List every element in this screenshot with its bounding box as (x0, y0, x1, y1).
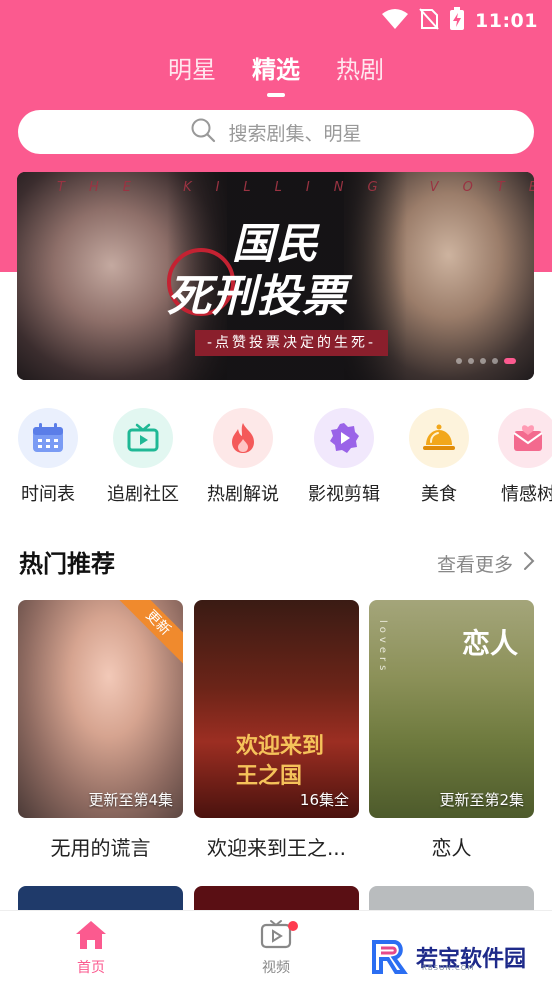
nav-home-label: 首页 (77, 960, 105, 976)
promo-banner[interactable]: THE KILLING VOTE 国民 死刑投票 -点赞投票决定的生死- (17, 172, 534, 380)
nav-video[interactable]: 视频 (226, 919, 326, 977)
category-label: 时间表 (21, 484, 75, 505)
food-cloche-icon (409, 408, 469, 468)
episode-status: 更新至第2集 (439, 791, 524, 809)
search-bar[interactable]: 搜索剧集、明星 (18, 110, 534, 154)
drama-title: 无用的谎言 (50, 836, 151, 860)
category-label: 热剧解说 (207, 484, 279, 505)
flame-icon (213, 408, 273, 468)
top-tabs: 明星 精选 热剧 (0, 50, 552, 100)
category-community[interactable]: 追剧社区 (93, 408, 193, 506)
category-food[interactable]: 美食 (389, 408, 489, 506)
poster-side-text: lovers (377, 620, 388, 675)
poster-title-text: 恋人 (461, 627, 518, 660)
category-clips[interactable]: 影视剪辑 (294, 408, 394, 506)
search-placeholder: 搜索剧集、明星 (228, 122, 362, 145)
love-letter-icon (498, 408, 552, 468)
wifi-icon (381, 8, 409, 34)
see-more-label: 查看更多 (436, 554, 513, 576)
tv-icon (113, 408, 173, 468)
section-title: 热门推荐 (19, 550, 115, 578)
drama-card[interactable]: lovers 恋人 更新至第2集 恋人 (369, 600, 534, 861)
search-icon (190, 117, 216, 147)
nav-home[interactable]: 首页 (41, 919, 141, 977)
see-more-link[interactable]: 查看更多 (437, 550, 535, 577)
drama-card[interactable]: 欢迎来到王之国 16集全 欢迎来到王之... (194, 600, 359, 861)
play-badge-icon (314, 408, 374, 468)
category-label: 情感树 (501, 484, 552, 505)
app-screen: 11:01 明星 精选 热剧 搜索剧集、明星 THE KILLING VOTE … (0, 0, 552, 983)
poster-title-text: 欢迎来到王之国 (236, 734, 325, 789)
category-row: 时间表 追剧社区 热剧解说 影视剪辑 美食 情感树 (0, 408, 552, 508)
status-bar: 11:01 (0, 0, 552, 38)
video-tv-icon (259, 920, 293, 955)
drama-poster: lovers 恋人 更新至第2集 (369, 600, 534, 818)
banner-english-title: THE KILLING VOTE (57, 180, 534, 195)
hot-recommend-header: 热门推荐 查看更多 (19, 540, 535, 580)
update-badge: 更新 (111, 600, 183, 670)
status-icons: 11:01 (381, 7, 538, 35)
pager-dot[interactable] (456, 358, 462, 364)
pager-dot[interactable] (480, 358, 486, 364)
calendar-icon (18, 408, 78, 468)
category-emotion[interactable]: 情感树 (478, 408, 552, 506)
category-schedule[interactable]: 时间表 (0, 408, 98, 506)
banner-subtitle: -点赞投票决定的生死- (195, 330, 389, 356)
clock: 11:01 (475, 10, 538, 32)
nav-video-label: 视频 (262, 960, 290, 976)
category-label: 美食 (421, 484, 457, 505)
watermark-logo: 若宝软件园 RBSON.COM (370, 938, 526, 976)
category-label: 影视剪辑 (308, 484, 380, 505)
category-label: 追剧社区 (107, 484, 179, 505)
watermark-sub: RBSON.COM (422, 964, 475, 972)
pager-dot[interactable] (468, 358, 474, 364)
home-icon (74, 921, 108, 955)
banner-title-line-2: 死刑投票 (167, 271, 347, 322)
chevron-right-icon (523, 551, 535, 576)
notification-dot (288, 921, 298, 931)
tab-featured[interactable]: 精选 (252, 50, 300, 98)
drama-title: 恋人 (431, 836, 472, 860)
drama-poster: 欢迎来到王之国 16集全 (194, 600, 359, 818)
watermark-r-icon (372, 940, 408, 974)
drama-card[interactable]: 更新 更新至第4集 无用的谎言 (18, 600, 183, 861)
category-commentary[interactable]: 热剧解说 (193, 408, 293, 506)
tab-hot-dramas[interactable]: 热剧 (336, 50, 384, 98)
pager-dot-active[interactable] (504, 358, 516, 364)
episode-status: 更新至第4集 (88, 791, 173, 809)
episode-status: 16集全 (299, 791, 349, 809)
tab-stars[interactable]: 明星 (168, 50, 216, 98)
drama-poster: 更新 更新至第4集 (18, 600, 183, 818)
drama-title: 欢迎来到王之... (206, 836, 347, 860)
battery-charging-icon (449, 7, 465, 35)
pager-dot[interactable] (492, 358, 498, 364)
no-sim-icon (419, 8, 439, 34)
banner-pager (456, 358, 516, 364)
